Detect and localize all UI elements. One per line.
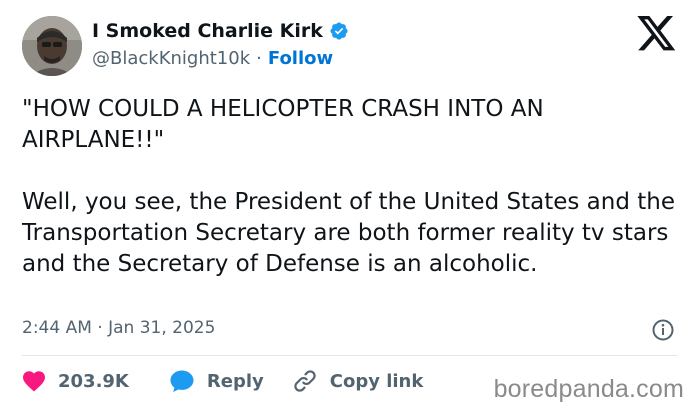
follow-button[interactable]: Follow [268,48,333,69]
tweet-text: "HOW COULD A HELICOPTER CRASH INTO AN AI… [22,94,682,280]
watermark: boredpanda.com [493,375,684,403]
tweet-paragraph: Well, you see, the President of the Unit… [22,189,675,277]
reply-label: Reply [206,370,264,392]
heart-icon [22,370,46,392]
reply-bubble-icon [169,369,195,393]
author-handle-row: @BlackKnight10k · Follow [92,48,333,69]
divider [22,355,678,356]
copy-link-label: Copy link [329,370,424,392]
author-display-name[interactable]: I Smoked Charlie Kirk [92,20,323,42]
tweet-timestamp[interactable]: 2:44 AM · Jan 31, 2025 [22,318,215,338]
avatar-photo [22,16,82,76]
tweet-paragraph: "HOW COULD A HELICOPTER CRASH INTO AN AI… [22,96,544,153]
info-icon[interactable] [651,318,675,342]
link-icon [292,368,318,394]
like-count: 203.9K [58,370,129,392]
separator-dot: · [256,48,262,69]
reply-button[interactable]: Reply [169,369,264,393]
author-handle[interactable]: @BlackKnight10k [92,48,250,69]
author-name-row: I Smoked Charlie Kirk [92,20,349,42]
copy-link-button[interactable]: Copy link [292,368,424,394]
like-button[interactable]: 203.9K [22,370,129,392]
x-logo-icon[interactable] [637,16,677,52]
tweet-actions: 203.9K Reply Copy link [22,368,423,394]
verified-badge-icon [329,21,349,41]
author-avatar[interactable] [22,16,82,76]
